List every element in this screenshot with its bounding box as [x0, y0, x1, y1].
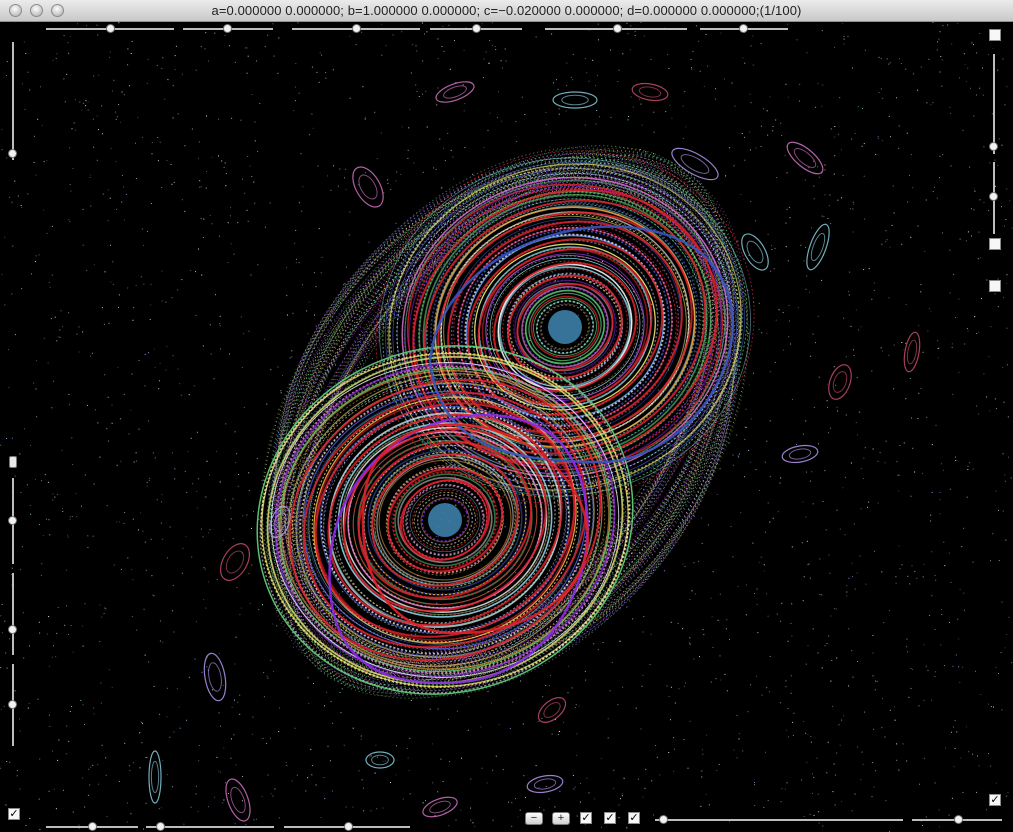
window-titlebar: a=0.000000 0.000000; b=1.000000 0.000000…	[0, 0, 1013, 22]
left-slider-4-knob[interactable]	[8, 700, 17, 709]
right-slider-2-knob[interactable]	[989, 192, 998, 201]
param-slider-6-knob[interactable]	[739, 24, 748, 33]
left-slider-1[interactable]	[8, 42, 17, 160]
bottom-slider-1[interactable]	[46, 822, 138, 831]
bottom-checkbox-3[interactable]: ✓	[628, 812, 640, 824]
bottom-checkbox-1-mark: ✓	[581, 812, 591, 824]
bottom-checkbox-2[interactable]: ✓	[604, 812, 616, 824]
param-slider-4-knob[interactable]	[472, 24, 481, 33]
param-slider-5[interactable]	[545, 24, 687, 33]
bottom-checkbox-3-mark: ✓	[629, 812, 639, 824]
bottom-left-checkbox-mark: ✓	[9, 808, 19, 820]
bottom-slider-4[interactable]	[655, 815, 903, 824]
left-slider-2[interactable]	[8, 478, 17, 564]
right-checkbox-1[interactable]	[989, 29, 1001, 41]
bottom-slider-2-knob[interactable]	[156, 822, 165, 831]
left-slider-3[interactable]	[8, 573, 17, 655]
left-slider-4[interactable]	[8, 664, 17, 746]
orbit-plot-canvas[interactable]	[0, 22, 1013, 832]
plus-icon: +	[557, 812, 565, 824]
left-slider-3-knob[interactable]	[8, 625, 17, 634]
bottom-slider-3[interactable]	[284, 822, 410, 831]
bottom-slider-1-knob[interactable]	[88, 822, 97, 831]
bottom-checkbox-1[interactable]: ✓	[580, 812, 592, 824]
bottom-checkbox-2-mark: ✓	[605, 812, 615, 824]
bottom-left-checkbox[interactable]: ✓	[8, 808, 20, 820]
zoom-in-button[interactable]: +	[552, 812, 570, 825]
bottom-slider-4-knob[interactable]	[659, 815, 668, 824]
param-slider-1-knob[interactable]	[106, 24, 115, 33]
param-slider-3-knob[interactable]	[352, 24, 361, 33]
left-slider-1-knob[interactable]	[8, 149, 17, 158]
zoom-out-button[interactable]: −	[525, 812, 543, 825]
bottom-slider-2[interactable]	[146, 822, 274, 831]
minus-icon: −	[530, 812, 538, 824]
window-title: a=0.000000 0.000000; b=1.000000 0.000000…	[211, 3, 802, 18]
param-slider-1[interactable]	[46, 24, 174, 33]
left-pin-button[interactable]	[9, 456, 17, 468]
right-slider-1[interactable]	[989, 54, 998, 154]
right-checkbox-2[interactable]	[989, 238, 1001, 250]
param-slider-3[interactable]	[292, 24, 420, 33]
right-slider-1-knob[interactable]	[989, 142, 998, 151]
orbit-plot	[0, 22, 1013, 832]
right-checkbox-4-mark: ✓	[990, 794, 1000, 806]
left-slider-2-knob[interactable]	[8, 516, 17, 525]
param-slider-5-knob[interactable]	[613, 24, 622, 33]
param-slider-2-knob[interactable]	[223, 24, 232, 33]
right-checkbox-4[interactable]: ✓	[989, 794, 1001, 806]
bottom-slider-3-knob[interactable]	[344, 822, 353, 831]
bottom-slider-5-knob[interactable]	[954, 815, 963, 824]
bottom-slider-5[interactable]	[912, 815, 1002, 824]
param-slider-4[interactable]	[430, 24, 522, 33]
param-slider-2[interactable]	[183, 24, 273, 33]
right-checkbox-3[interactable]	[989, 280, 1001, 292]
right-slider-2[interactable]	[989, 162, 998, 234]
param-slider-6[interactable]	[700, 24, 788, 33]
